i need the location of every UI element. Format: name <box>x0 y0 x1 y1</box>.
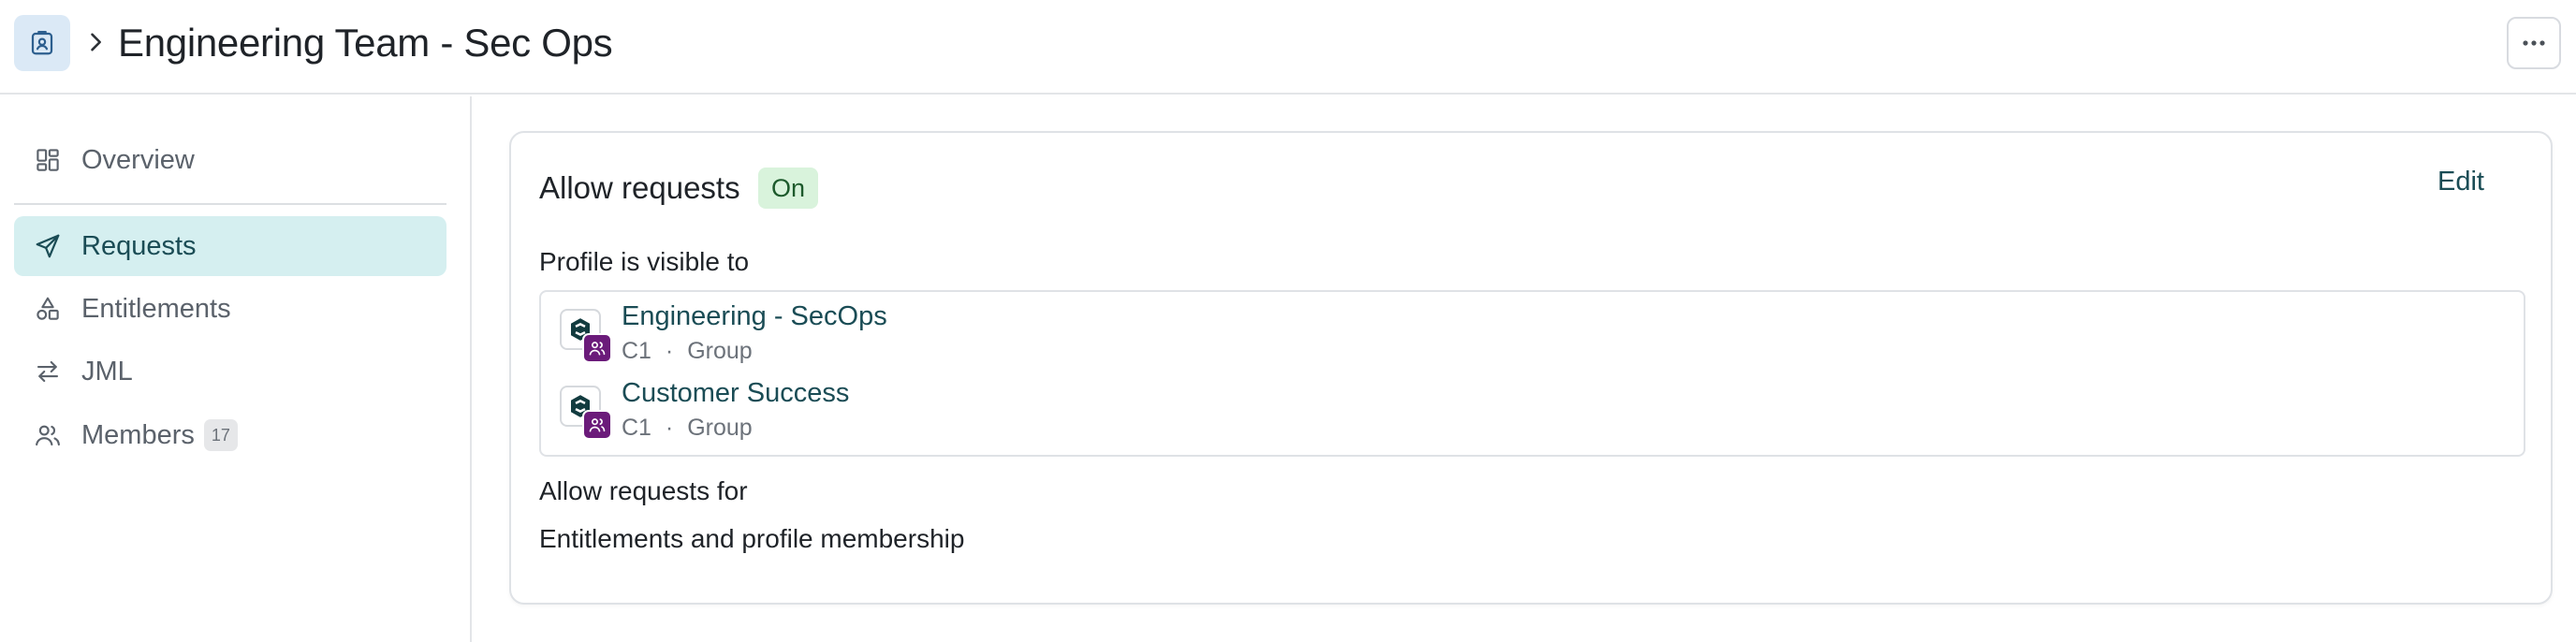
members-count-badge: 17 <box>203 419 238 451</box>
chevron-right-icon <box>82 29 109 55</box>
more-options-button[interactable] <box>2507 17 2561 69</box>
sidebar-item-members[interactable]: Members 17 <box>14 405 446 465</box>
group-link[interactable]: Customer Success <box>622 376 849 410</box>
sidebar-item-requests[interactable]: Requests <box>14 216 446 276</box>
sidebar-item-entitlements[interactable]: Entitlements <box>14 279 446 339</box>
ellipsis-icon <box>2523 40 2545 46</box>
sidebar-item-label: Members <box>81 419 195 450</box>
group-meta: C1 · Group <box>622 338 753 364</box>
sidebar-item-label: JML <box>81 356 133 387</box>
visible-to-label: Profile is visible to <box>539 247 750 276</box>
page-header: Engineering Team - Sec Ops <box>0 0 2576 95</box>
list-item: Customer Success C1 · Group <box>560 376 1215 442</box>
profile-badge-icon[interactable] <box>14 15 70 71</box>
allow-for-label: Allow requests for <box>539 476 748 505</box>
paper-plane-icon <box>33 231 63 261</box>
allow-requests-card: Allow requests On Edit Profile is visibl… <box>509 131 2553 605</box>
edit-button[interactable]: Edit <box>2437 167 2484 197</box>
arrows-exchange-icon <box>33 357 63 387</box>
shapes-icon <box>33 294 63 324</box>
allow-for-value: Entitlements and profile membership <box>539 524 965 553</box>
sidebar-item-label: Overview <box>81 144 195 175</box>
group-avatar <box>560 309 612 363</box>
status-badge: On <box>758 168 819 209</box>
users-icon <box>33 420 63 450</box>
group-link[interactable]: Engineering - SecOps <box>622 299 887 333</box>
sidebar-divider <box>14 203 446 205</box>
sidebar-item-overview[interactable]: Overview <box>14 130 446 190</box>
grid-icon <box>33 145 63 175</box>
page-title: Engineering Team - Sec Ops <box>118 21 613 65</box>
sidebar-item-jml[interactable]: JML <box>14 342 446 401</box>
sidebar-item-label: Requests <box>81 230 197 261</box>
group-icon <box>582 333 612 363</box>
group-icon <box>582 410 612 440</box>
group-meta: C1 · Group <box>622 415 753 441</box>
group-avatar <box>560 386 612 440</box>
sidebar-nav: Overview Requests Entitlements JML Membe… <box>0 96 472 642</box>
list-item: Engineering - SecOps C1 · Group <box>560 299 1215 365</box>
visible-groups-list: Engineering - SecOps C1 · Group Customer… <box>539 290 2525 457</box>
sidebar-item-label: Entitlements <box>81 293 231 324</box>
card-title: Allow requests <box>539 170 740 205</box>
